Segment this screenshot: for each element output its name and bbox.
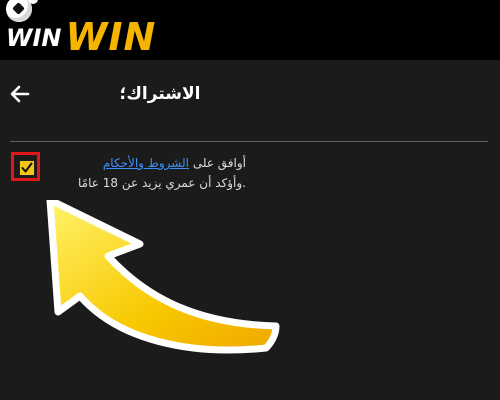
page-title: الاشتراك؛: [119, 84, 201, 104]
logo[interactable]: WIN WIN: [4, 0, 157, 59]
check-icon: [21, 162, 33, 173]
logo-text-left: WIN: [6, 24, 62, 52]
divider: [10, 141, 488, 142]
terms-line-2: .وأؤكد أن عمري يزيد عن 18 عامًا: [78, 176, 246, 190]
top-bar: WIN WIN: [0, 0, 500, 60]
terms-text: أوافق على الشروط والأحكام .وأؤكد أن عمري…: [46, 153, 246, 193]
soccer-ball-icon: [6, 0, 38, 22]
checkbox-highlight: [11, 152, 40, 181]
terms-checkbox[interactable]: [19, 160, 35, 176]
terms-line-1: أوافق على الشروط والأحكام: [46, 153, 246, 173]
back-button[interactable]: [8, 82, 32, 106]
curved-arrow-icon: [46, 200, 280, 354]
terms-prefix: أوافق على: [192, 156, 246, 170]
terms-link[interactable]: الشروط والأحكام: [103, 156, 189, 170]
logo-text-right: WIN: [65, 15, 157, 59]
arrow-left-icon: [10, 85, 30, 103]
